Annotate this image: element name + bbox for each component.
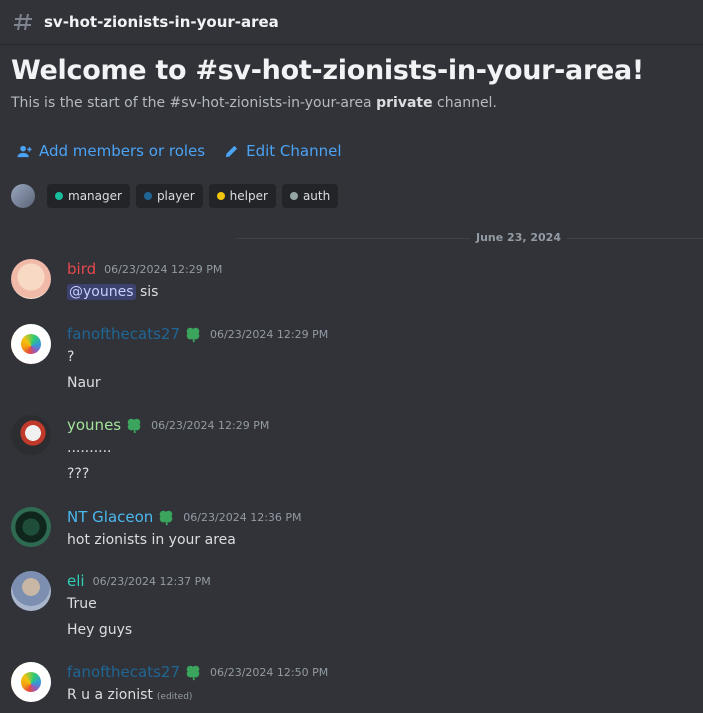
welcome-title: Welcome to #sv-hot-zionists-in-your-area…: [11, 55, 644, 86]
timestamp[interactable]: 06/23/2024 12:29 PM: [104, 263, 222, 276]
avatar[interactable]: [11, 259, 51, 299]
timestamp[interactable]: 06/23/2024 12:36 PM: [183, 511, 301, 524]
message-body: younes 06/23/2024 12:29 PM .......... ??…: [67, 415, 687, 487]
add-members-label: Add members or roles: [39, 142, 206, 160]
author-name[interactable]: bird: [67, 260, 96, 278]
role-dot: [289, 192, 298, 200]
avatar[interactable]: [11, 571, 51, 611]
timestamp[interactable]: 06/23/2024 12:29 PM: [151, 419, 269, 432]
welcome-prefix: This is the start of the #sv-hot-zionist…: [11, 95, 377, 111]
message-line: R u a zionist (edited): [67, 682, 687, 708]
add-members-button[interactable]: Add members or roles: [16, 142, 205, 160]
timestamp[interactable]: 06/23/2024 12:50 PM: [210, 666, 328, 679]
message-header: younes 06/23/2024 12:29 PM: [67, 415, 687, 435]
message-line: ?: [67, 349, 75, 365]
message-header: eli 06/23/2024 12:37 PM: [67, 571, 687, 591]
edit-channel-label: Edit Channel: [246, 142, 342, 160]
add-people-icon: [17, 145, 32, 157]
role-dot: [143, 192, 152, 200]
author-name[interactable]: eli: [67, 572, 85, 590]
channel-roles: manager player helper auth: [11, 184, 339, 208]
avatar[interactable]: [11, 507, 51, 547]
message-line: ..........: [67, 440, 112, 456]
role-clover-icon: [186, 665, 200, 681]
role-chip-manager[interactable]: manager: [47, 184, 130, 208]
message-line: Naur: [67, 375, 101, 391]
message-body: fanofthecats27 06/23/2024 12:50 PM R u a…: [67, 662, 687, 708]
message-body: eli 06/23/2024 12:37 PM True Hey guys: [67, 571, 687, 643]
author-name[interactable]: fanofthecats27: [67, 325, 180, 343]
message-text: sis: [135, 284, 159, 300]
channel-welcome: Welcome to #sv-hot-zionists-in-your-area…: [11, 55, 644, 111]
message-header: bird 06/23/2024 12:29 PM: [67, 259, 687, 279]
author-name[interactable]: NT Glaceon: [67, 508, 153, 526]
welcome-bold: private: [376, 95, 433, 111]
role-dot: [216, 192, 225, 200]
message-body: NT Glaceon 06/23/2024 12:36 PM hot zioni…: [67, 507, 687, 553]
role-chip-auth[interactable]: auth: [281, 184, 339, 208]
channel-actions: Add members or roles Edit Channel: [16, 142, 342, 160]
role-label: helper: [229, 189, 268, 203]
role-label: player: [156, 189, 195, 203]
channel-name: sv-hot-zionists-in-your-area: [44, 13, 279, 31]
message-body: bird 06/23/2024 12:29 PM @younes sis: [67, 259, 687, 305]
member-avatar[interactable]: [11, 184, 35, 208]
channel-header: sv-hot-zionists-in-your-area: [0, 0, 703, 45]
author-name[interactable]: fanofthecats27: [67, 663, 180, 681]
user-mention[interactable]: @younes: [67, 284, 136, 300]
message-line: ???: [67, 466, 90, 482]
welcome-subtitle: This is the start of the #sv-hot-zionist…: [11, 95, 644, 111]
date-divider: June 23, 2024: [470, 231, 567, 244]
message-line: @younes sis: [67, 279, 687, 305]
role-clover-icon: [186, 327, 200, 343]
role-chip-helper[interactable]: helper: [208, 184, 276, 208]
role-dot: [55, 192, 63, 200]
role-label: auth: [302, 189, 331, 203]
edited-marker: (edited): [156, 692, 193, 702]
welcome-suffix: channel.: [432, 95, 497, 111]
message-line: Hey guys: [67, 622, 133, 638]
role-clover-icon: [127, 418, 141, 434]
pencil-icon: [225, 145, 238, 157]
timestamp[interactable]: 06/23/2024 12:29 PM: [210, 328, 328, 341]
avatar[interactable]: [11, 324, 51, 364]
message-body: fanofthecats27 06/23/2024 12:29 PM ? Nau…: [67, 324, 687, 396]
edit-channel-button[interactable]: Edit Channel: [223, 142, 342, 160]
role-label: manager: [68, 189, 122, 203]
role-chip-player[interactable]: player: [135, 184, 203, 208]
author-name[interactable]: younes: [67, 416, 121, 434]
message-line: True: [67, 596, 97, 612]
avatar[interactable]: [11, 415, 51, 455]
message-header: fanofthecats27 06/23/2024 12:50 PM: [67, 662, 687, 682]
message-text: R u a zionist: [67, 687, 153, 703]
timestamp[interactable]: 06/23/2024 12:37 PM: [93, 575, 211, 588]
message-header: NT Glaceon 06/23/2024 12:36 PM: [67, 507, 687, 527]
message-line: hot zionists in your area: [67, 532, 236, 548]
role-clover-icon: [159, 510, 173, 526]
avatar[interactable]: [11, 662, 51, 702]
message-header: fanofthecats27 06/23/2024 12:29 PM: [67, 324, 687, 344]
hashtag-lock-icon: [14, 13, 32, 31]
